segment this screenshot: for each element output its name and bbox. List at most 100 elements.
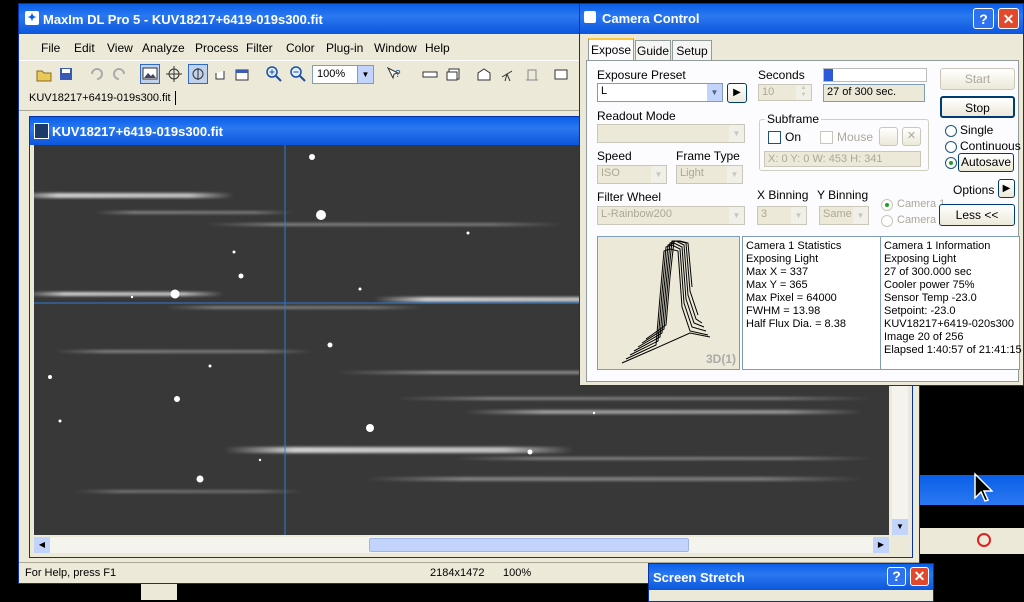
stop-button[interactable]: Stop [940,96,1015,118]
subframe-clear-icon[interactable]: ✕ [902,127,921,146]
options-arrow-button[interactable]: ▶ [998,179,1015,198]
camera-control-icon[interactable] [553,65,571,83]
subframe-mouse-checkbox[interactable] [820,131,833,144]
image-view-icon[interactable] [140,64,160,84]
info-line: Cooler power 75% [884,279,975,291]
help-button[interactable]: ? [973,8,994,29]
continuous-radio[interactable] [945,141,957,153]
info-line: Camera 1 Information [884,240,991,252]
ruler-icon[interactable] [421,65,439,83]
filter-select[interactable]: L-Rainbow200 ▼ [597,206,745,225]
information-icon[interactable] [188,64,208,84]
preset-play-button[interactable]: ▶ [727,83,747,103]
horizontal-scrollbar[interactable]: ◀ ▶ [34,537,889,553]
info-line: Sensor Temp -23.0 [884,292,977,304]
speed-label: Speed [597,149,632,163]
open-icon[interactable] [35,65,53,83]
main-window-title: MaxIm DL Pro 5 - KUV18217+6419-019s300.f… [43,12,323,27]
telescope-icon[interactable] [499,65,517,83]
less-button[interactable]: Less << [939,204,1015,226]
x-binning-select[interactable]: 3 ▼ [757,206,807,225]
status-help: For Help, press F1 [25,567,117,579]
seconds-input[interactable]: 10 ▲ ▼ [758,84,812,101]
menu-edit[interactable]: Edit [74,41,95,55]
y-binning-select[interactable]: Same ▼ [819,206,869,225]
background-toolbar-strip [920,475,1024,505]
single-radio[interactable] [945,125,957,137]
frame-type-select[interactable]: Light ▼ [676,165,743,184]
background-window-fragment [141,584,177,600]
menu-help[interactable]: Help [425,41,450,55]
menu-plugin[interactable]: Plug-in [326,41,363,55]
undo-icon[interactable] [87,65,105,83]
speed-select[interactable]: ISO ▼ [597,165,667,184]
camera2-radio[interactable] [881,215,893,227]
tab-guide[interactable]: Guide [635,40,671,60]
scroll-right-icon[interactable]: ▶ [873,537,889,553]
status-image-size: 2184x1472 [430,567,485,579]
autosave-button[interactable]: Autosave [958,153,1014,172]
zoom-select[interactable]: 100% ▼ [312,65,374,84]
menu-view[interactable]: View [107,41,133,55]
status-zoom: 100% [503,567,532,579]
plot-label: 3D(1) [705,352,736,366]
info-line: Image 20 of 256 [884,331,964,343]
zoom-out-icon[interactable] [289,65,307,83]
menu-filter[interactable]: Filter [246,41,273,55]
save-icon[interactable] [57,65,75,83]
filter-wheel-label: Filter Wheel [597,190,662,204]
menu-analyze[interactable]: Analyze [142,41,185,55]
stats-line: Max Pixel = 64000 [746,292,837,304]
close-button[interactable]: ✕ [998,8,1019,29]
stats-line: Half Flux Dia. = 8.38 [746,318,846,330]
close-button[interactable]: ✕ [910,567,929,586]
stats-line: Exposing Light [746,253,819,265]
redo-icon[interactable] [111,65,129,83]
crosshair-icon[interactable] [165,65,183,83]
tab-setup[interactable]: Setup [672,40,712,60]
chevron-down-icon: ▼ [729,207,744,224]
progress-fill [824,69,834,81]
screen-stretch-title-bar[interactable]: Screen Stretch ? ✕ [649,564,933,590]
info-line: KUV18217+6419-020s300 [884,318,1014,330]
tab-expose[interactable]: Expose [588,38,634,60]
progress-text: 27 of 300 sec. [827,86,897,98]
chevron-down-icon: ▼ [651,166,666,183]
menu-file[interactable]: File [41,41,60,55]
menu-color[interactable]: Color [286,41,315,55]
progress-text-box: 27 of 300 sec. [823,84,925,102]
stack-icon[interactable] [445,65,463,83]
exposure-preset-select[interactable]: L ▼ [597,83,723,102]
menu-window[interactable]: Window [374,41,417,55]
zoom-value: 100% [317,68,346,80]
subframe-on-checkbox[interactable] [768,131,781,144]
context-help-icon[interactable]: ? [385,65,403,83]
3d-profile-plot[interactable]: 3D(1) [597,236,740,370]
menu-process[interactable]: Process [195,41,238,55]
pan-hand-icon[interactable] [211,65,229,83]
chevron-down-icon: ▼ [727,166,742,183]
readout-mode-select[interactable]: ▼ [597,124,745,143]
observatory-icon[interactable] [475,65,493,83]
help-button[interactable]: ? [887,567,906,586]
exposure-preset-value: L [601,85,608,97]
camera1-radio[interactable] [881,199,893,211]
image-window-title: KUV18217+6419-019s300.fit [52,124,223,139]
stats-line: FWHM = 13.98 [746,305,821,317]
focuser-icon[interactable] [523,65,541,83]
target-icon[interactable] [977,533,991,547]
properties-icon[interactable] [233,65,251,83]
scroll-thumb[interactable] [369,538,689,552]
camera-title-bar[interactable]: Camera Control ? ✕ [580,4,1023,34]
subframe-select-icon[interactable] [879,127,898,146]
x-binning-label: X Binning [757,188,809,202]
svg-text:?: ? [395,69,401,80]
autosave-radio[interactable] [945,157,957,169]
start-button[interactable]: Start [940,68,1015,90]
zoom-in-icon[interactable] [265,65,283,83]
screen-stretch-title: Screen Stretch [653,570,745,585]
scroll-down-icon[interactable]: ▼ [892,519,908,535]
scroll-left-icon[interactable]: ◀ [34,537,50,553]
speed-value: ISO [601,167,620,179]
document-tab[interactable]: KUV18217+6419-019s300.fit [29,92,171,104]
